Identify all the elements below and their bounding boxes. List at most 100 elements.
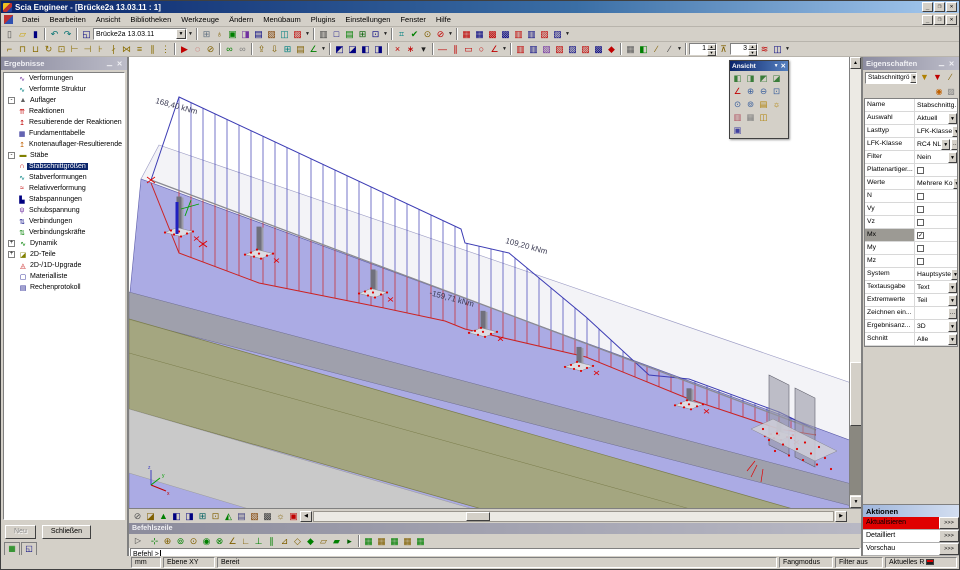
copy-member-icon[interactable]: ⊓ [16, 43, 29, 56]
view-palette[interactable]: Ansicht ▼ ✕ ◧◨◩◪∠⊕⊖⊡⊙⊚▤☼▥▦◫▣ [729, 60, 789, 139]
view-palette-close-icon[interactable]: ✕ [781, 62, 786, 70]
axo-view-icon[interactable]: ◭ [222, 510, 235, 523]
viewport-3d[interactable]: 168,40 kNm 109,20 kNm -159,71 kNm z y x [129, 57, 861, 508]
calculator-icon[interactable]: ⌗ [395, 28, 408, 41]
ellipsis-button[interactable]: … [948, 308, 957, 319]
combo-arrow-icon[interactable]: ▼ [951, 269, 957, 280]
tree-item-fundamenttabelle[interactable]: ▦Fundamenttabelle [4, 128, 124, 139]
zoom-fit-icon[interactable]: ⊞ [196, 510, 209, 523]
horizontal-scroll-thumb[interactable] [466, 512, 490, 521]
action-aktualisieren[interactable]: Aktualisieren>>> [863, 517, 959, 530]
connect-entities-icon[interactable]: ⊙ [421, 28, 434, 41]
move-node-icon[interactable]: ⌐ [3, 43, 16, 56]
grid-settings-1-icon[interactable]: ▦ [362, 535, 375, 548]
tree-expander-icon[interactable]: + [8, 251, 15, 258]
offset-member-icon[interactable]: ∥ [146, 43, 159, 56]
checkbox-icon[interactable] [917, 206, 924, 213]
property-value[interactable] [915, 216, 957, 228]
tree-item-stäbe[interactable]: -▬Stäbe [4, 150, 124, 161]
snap-midpoint-icon[interactable]: ◉ [200, 535, 213, 548]
action-detailliert[interactable]: Detailliert>>> [863, 530, 959, 543]
document-plus-icon[interactable]: ⊞ [356, 28, 369, 41]
picture-table-icon[interactable]: ▨ [538, 28, 551, 41]
align-members-icon[interactable]: ≡ [133, 43, 146, 56]
sections-spinner-down-icon[interactable]: ▼ [748, 50, 757, 56]
clipping-box-icon[interactable]: ◧ [359, 43, 372, 56]
mirror-member-icon[interactable]: ⊔ [29, 43, 42, 56]
property-value[interactable]: Aktuell▼ [915, 112, 957, 124]
grid-node-icon[interactable]: ◆ [304, 535, 317, 548]
print-preview-icon[interactable]: □ [330, 28, 343, 41]
combo-arrow-icon[interactable]: ▼ [941, 139, 950, 150]
render-mode-icon[interactable]: ◪ [144, 510, 157, 523]
new-project-icon[interactable]: ▯ [3, 28, 16, 41]
mdi-minimize-button[interactable]: _ [922, 15, 933, 25]
chart-preview-icon[interactable]: ▨ [945, 86, 957, 98]
dropdown-arrow-icon[interactable]: ▼ [447, 28, 454, 41]
tree-item-verformte-struktur[interactable]: ∿Verformte Struktur [4, 84, 124, 95]
tree-item-dynamik[interactable]: +∿Dynamik [4, 238, 124, 249]
vertical-scroll-thumb[interactable] [850, 362, 861, 426]
document-settings-icon[interactable]: ⊡ [369, 28, 382, 41]
view-front-icon[interactable]: ◨ [744, 72, 757, 85]
snap-triangle-icon[interactable]: ⊿ [278, 535, 291, 548]
zoom-in-icon[interactable]: ⊕ [744, 85, 757, 98]
snap-angle-icon[interactable]: ∠ [226, 535, 239, 548]
edit-property-icon[interactable]: ∕ [944, 71, 957, 84]
screenshot-icon[interactable]: ▣ [226, 28, 239, 41]
table-export-icon[interactable]: ▩ [499, 28, 512, 41]
snap-center-icon[interactable]: ⊕ [161, 535, 174, 548]
checkbox-icon[interactable] [917, 258, 924, 265]
color-settings-icon[interactable]: ◧ [637, 43, 650, 56]
view-side-icon[interactable]: ◨ [183, 510, 196, 523]
named-views-icon[interactable]: ▤ [235, 510, 248, 523]
document-table-icon[interactable]: ▥ [512, 28, 525, 41]
print-view-icon[interactable]: ▥ [731, 111, 744, 124]
tree-item-verbindungskräfte[interactable]: ⇅Verbindungskräfte [4, 227, 124, 238]
open-project-icon[interactable]: ▱ [16, 28, 29, 41]
scale-member-icon[interactable]: ⊡ [55, 43, 68, 56]
scroll-right-icon[interactable]: ▶ [835, 511, 847, 522]
property-value[interactable]: Mehrere Ko▼ [915, 177, 957, 189]
named-selection-icon[interactable]: ▾ [417, 43, 430, 56]
clipping-box-icon[interactable]: ▧ [248, 510, 261, 523]
pen-format-icon[interactable]: ∕ [650, 43, 663, 56]
light-icon[interactable]: ☼ [770, 98, 783, 111]
combo-arrow-icon[interactable]: ▼ [952, 126, 957, 137]
coordinate-input-icon[interactable]: ▸ [343, 535, 356, 548]
command-line-caption[interactable]: Befehlszeile [129, 523, 861, 534]
property-value[interactable]: Stabschnittg. [915, 99, 957, 111]
status-units[interactable]: mm [131, 557, 161, 568]
action-more-button[interactable]: >>> [939, 543, 959, 555]
select-cursor-icon[interactable]: ▶ [178, 43, 191, 56]
property-value[interactable]: Nein▼ [915, 151, 957, 163]
property-value[interactable]: Text▼ [915, 281, 957, 293]
table-input-icon[interactable]: ▦ [460, 28, 473, 41]
clipboard-icon[interactable]: ▧ [265, 28, 278, 41]
tree-item-rechenprotokoll[interactable]: ▤Rechenprotokoll [4, 282, 124, 293]
tracking-icon[interactable]: ▱ [317, 535, 330, 548]
pin-icon[interactable]: ⚊ [937, 60, 946, 68]
project-manager-icon[interactable]: ◱ [80, 28, 93, 41]
mdi-restore-button[interactable]: ❐ [934, 15, 945, 25]
combo-arrow-icon[interactable]: ▼ [953, 178, 957, 189]
layers-manager-icon[interactable]: ▤ [294, 43, 307, 56]
view-top-icon[interactable]: ◧ [731, 72, 744, 85]
grid-settings-5-icon[interactable]: ▦ [414, 535, 427, 548]
dropdown-arrow-icon[interactable]: ▼ [320, 43, 327, 56]
property-value[interactable] [915, 242, 957, 254]
shading-icon[interactable]: ▩ [261, 510, 274, 523]
view-settings-icon[interactable]: ▣ [731, 124, 744, 137]
angle-tool-icon[interactable]: ∠ [488, 43, 501, 56]
snap-parallel-icon[interactable]: ∥ [265, 535, 278, 548]
scale-spinner-down-icon[interactable]: ▼ [707, 50, 716, 56]
filter-question-icon[interactable]: ▼ [931, 71, 944, 84]
view-side-icon[interactable]: ◩ [757, 72, 770, 85]
filter-apply-icon[interactable]: ▼ [918, 71, 931, 84]
tree-expander-icon[interactable]: + [8, 240, 15, 247]
project-history-dropdown-icon[interactable]: ▼ [187, 28, 194, 41]
selection-filter-icon[interactable]: ◨ [372, 43, 385, 56]
line-tool-icon[interactable]: — [436, 43, 449, 56]
cross-section-icon[interactable]: ▨ [579, 43, 592, 56]
ucs-manager-icon[interactable]: ∠ [307, 43, 320, 56]
